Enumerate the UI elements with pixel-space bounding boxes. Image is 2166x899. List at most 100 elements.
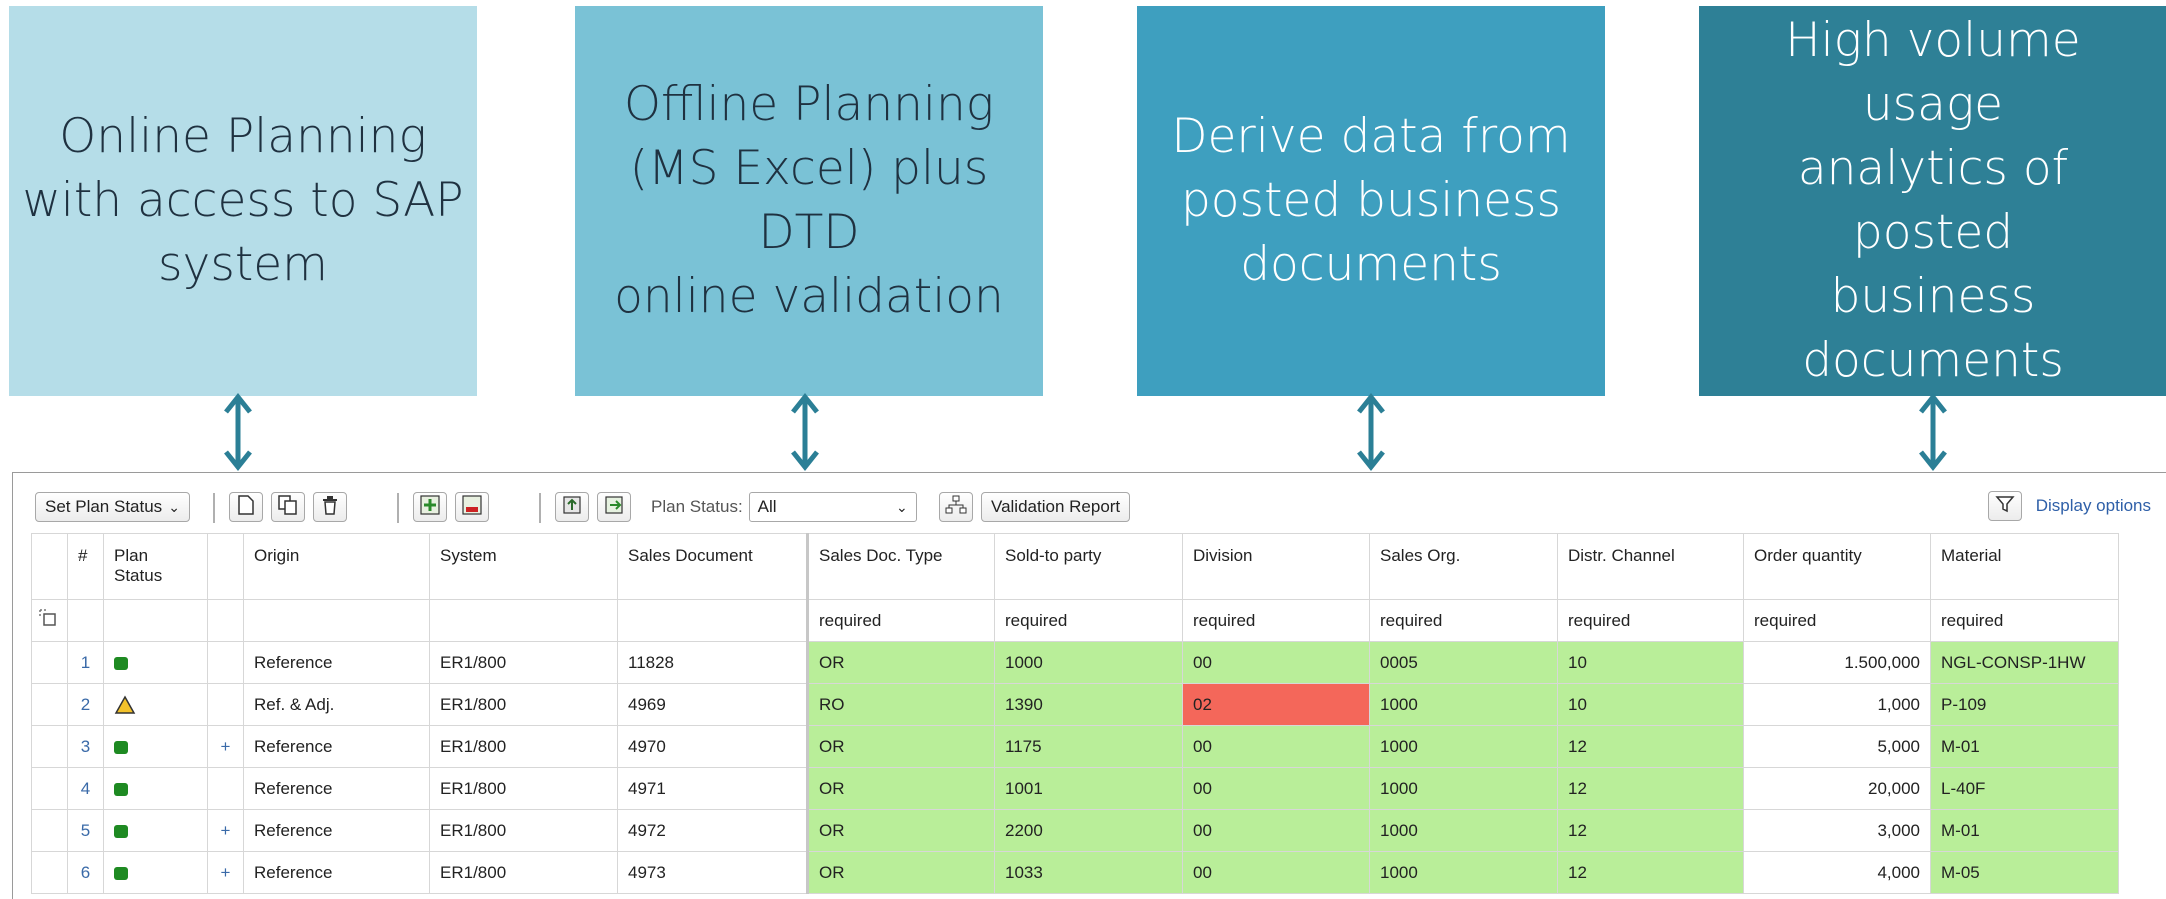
row-select-cell[interactable]	[31, 641, 68, 684]
required-cell: required	[806, 599, 995, 642]
validation-report-button[interactable]: Validation Report	[981, 492, 1131, 522]
row-select-cell[interactable]	[31, 725, 68, 768]
header-plan-status[interactable]: Plan Status	[103, 533, 208, 600]
sales-doc-type-cell[interactable]: OR	[806, 641, 995, 684]
excel-import-button[interactable]	[413, 492, 447, 522]
order-quantity-cell[interactable]: 1,000	[1743, 683, 1931, 726]
order-quantity-cell[interactable]: 5,000	[1743, 725, 1931, 768]
sales-doc-type-cell[interactable]: OR	[806, 851, 995, 894]
required-cell	[429, 599, 618, 642]
row-select-cell[interactable]	[31, 683, 68, 726]
order-quantity-cell[interactable]: 3,000	[1743, 809, 1931, 852]
required-cell	[67, 599, 104, 642]
table-row[interactable]: 3 + Reference ER1/800 4970 OR 1175 00 1000 12 5,00…	[31, 725, 2119, 768]
distr-channel-cell[interactable]: 10	[1557, 683, 1744, 726]
sales-org-cell[interactable]: 1000	[1369, 809, 1558, 852]
sold-to-party-cell[interactable]: 1001	[994, 767, 1183, 810]
excel-export-button[interactable]	[455, 492, 489, 522]
header-plan-status-line: Status	[114, 566, 163, 585]
row-select-cell[interactable]	[31, 851, 68, 894]
display-options-link[interactable]: Display options	[2036, 496, 2151, 516]
table-row[interactable]: 4 Reference ER1/800 4971 OR 1001 00 1000 12 20,00…	[31, 767, 2119, 810]
sold-to-party-cell[interactable]: 1175	[994, 725, 1183, 768]
set-plan-status-label: Set Plan Status	[45, 497, 163, 516]
material-cell[interactable]: P-109	[1930, 683, 2119, 726]
table-row[interactable]: 2 Ref. & Adj. ER1/800 4969 RO 1390 02 1000 10 1,0…	[31, 683, 2119, 726]
header-sales-document[interactable]: Sales Document	[617, 533, 808, 600]
sales-org-cell[interactable]: 1000	[1369, 767, 1558, 810]
hierarchy-button[interactable]	[939, 492, 973, 522]
sales-document-cell: 4972	[617, 809, 808, 852]
division-cell[interactable]: 02	[1182, 683, 1370, 726]
sales-doc-type-cell[interactable]: OR	[806, 767, 995, 810]
excel-import-icon	[420, 494, 440, 520]
set-plan-status-button[interactable]: Set Plan Status ⌄	[35, 492, 190, 522]
table-row[interactable]: 1 Reference ER1/800 11828 OR 1000 00 0005 10 1.50…	[31, 641, 2119, 684]
sales-org-cell[interactable]: 0005	[1369, 641, 1558, 684]
hierarchy-icon	[945, 495, 967, 520]
expand-toggle[interactable]	[207, 641, 244, 684]
copy-row-button[interactable]	[271, 492, 305, 522]
distr-channel-cell[interactable]: 12	[1557, 809, 1744, 852]
sold-to-party-cell[interactable]: 1390	[994, 683, 1183, 726]
material-cell[interactable]: M-05	[1930, 851, 2119, 894]
material-cell[interactable]: L-40F	[1930, 767, 2119, 810]
header-select	[31, 533, 68, 600]
expand-toggle[interactable]: +	[207, 851, 244, 894]
material-cell[interactable]: M-01	[1930, 725, 2119, 768]
distr-channel-cell[interactable]: 12	[1557, 767, 1744, 810]
multi-select-icon[interactable]	[38, 609, 58, 632]
order-quantity-cell[interactable]: 1.500,000	[1743, 641, 1931, 684]
concept-box-line: documents	[1802, 333, 2064, 388]
division-cell[interactable]: 00	[1182, 725, 1370, 768]
toolbar-separator	[397, 493, 399, 523]
material-cell[interactable]: M-01	[1930, 809, 2119, 852]
material-cell[interactable]: NGL-CONSP-1HW	[1930, 641, 2119, 684]
header-sold-to-party[interactable]: Sold-to party	[994, 533, 1183, 600]
table-row[interactable]: 5 + Reference ER1/800 4972 OR 2200 00 1000 12 3,00…	[31, 809, 2119, 852]
filter-button[interactable]	[1987, 491, 2022, 521]
header-sales-org[interactable]: Sales Org.	[1369, 533, 1558, 600]
required-cell: required	[1930, 599, 2119, 642]
header-sales-doc-type[interactable]: Sales Doc. Type	[806, 533, 995, 600]
sales-doc-type-cell[interactable]: OR	[806, 809, 995, 852]
required-cell	[103, 599, 208, 642]
distr-channel-cell[interactable]: 12	[1557, 725, 1744, 768]
sales-org-cell[interactable]: 1000	[1369, 725, 1558, 768]
sold-to-party-cell[interactable]: 1033	[994, 851, 1183, 894]
order-quantity-cell[interactable]: 4,000	[1743, 851, 1931, 894]
row-select-cell[interactable]	[31, 767, 68, 810]
header-distr-channel[interactable]: Distr. Channel	[1557, 533, 1744, 600]
expand-toggle[interactable]: +	[207, 809, 244, 852]
sales-doc-type-cell[interactable]: OR	[806, 725, 995, 768]
header-division[interactable]: Division	[1182, 533, 1370, 600]
delete-row-button[interactable]	[313, 492, 347, 522]
download-button[interactable]	[597, 492, 631, 522]
header-origin[interactable]: Origin	[243, 533, 430, 600]
sales-org-cell[interactable]: 1000	[1369, 851, 1558, 894]
header-order-quantity[interactable]: Order quantity	[1743, 533, 1931, 600]
header-material[interactable]: Material	[1930, 533, 2119, 600]
multi-select-cell[interactable]	[31, 599, 68, 642]
new-row-button[interactable]	[229, 492, 263, 522]
expand-toggle[interactable]	[207, 683, 244, 726]
header-system[interactable]: System	[429, 533, 618, 600]
division-cell[interactable]: 00	[1182, 809, 1370, 852]
sales-org-cell[interactable]: 1000	[1369, 683, 1558, 726]
distr-channel-cell[interactable]: 10	[1557, 641, 1744, 684]
expand-toggle[interactable]	[207, 767, 244, 810]
upload-button[interactable]	[555, 492, 589, 522]
sold-to-party-cell[interactable]: 2200	[994, 809, 1183, 852]
distr-channel-cell[interactable]: 12	[1557, 851, 1744, 894]
plan-status-select[interactable]: All ⌄	[748, 492, 917, 522]
sold-to-party-cell[interactable]: 1000	[994, 641, 1183, 684]
expand-toggle[interactable]: +	[207, 725, 244, 768]
sales-doc-type-cell[interactable]: RO	[806, 683, 995, 726]
division-cell[interactable]: 00	[1182, 851, 1370, 894]
row-select-cell[interactable]	[31, 809, 68, 852]
division-cell[interactable]: 00	[1182, 767, 1370, 810]
order-quantity-cell[interactable]: 20,000	[1743, 767, 1931, 810]
origin-cell: Reference	[243, 641, 430, 684]
division-cell[interactable]: 00	[1182, 641, 1370, 684]
table-row[interactable]: 6 + Reference ER1/800 4973 OR 1033 00 1000 12 4,00…	[31, 851, 2119, 894]
